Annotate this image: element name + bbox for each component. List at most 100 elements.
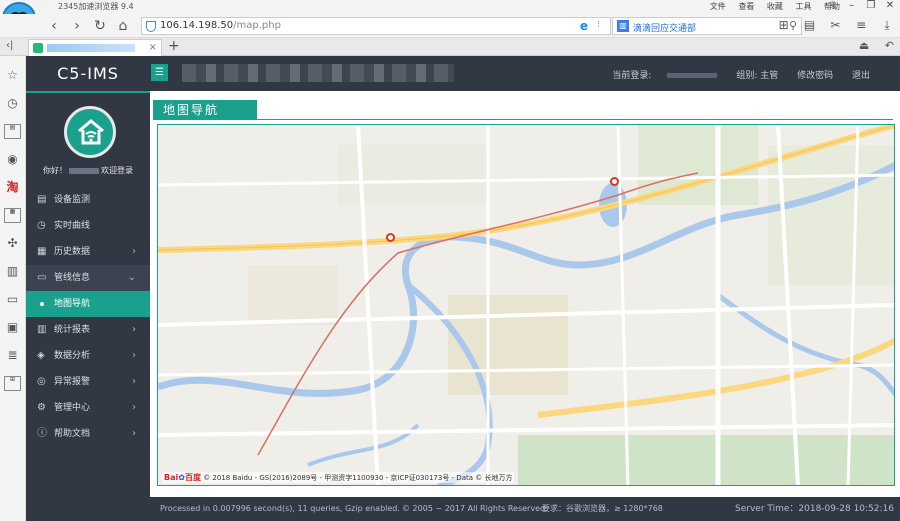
sidebar-item-statistics-report[interactable]: ▥ 统计报表 › — [26, 317, 150, 343]
cut-icon[interactable]: ✂ — [824, 18, 846, 32]
browser-title: 2345加速浏览器 9.4 — [58, 2, 134, 11]
tab-close-icon[interactable]: × — [149, 42, 157, 53]
address-bar[interactable]: 106.14.198.50/map.php e ⁝ — [141, 17, 611, 35]
game-controller-icon[interactable]: ✣ — [4, 236, 21, 251]
close-button[interactable]: ✕ — [882, 0, 898, 11]
minimize-button[interactable]: – — [844, 0, 860, 11]
gear-icon: ⚙ — [37, 402, 46, 413]
security-shield-icon — [146, 21, 156, 32]
notes-icon[interactable]: ≣ — [4, 348, 21, 363]
film-icon[interactable]: ▥ — [4, 264, 21, 279]
header-user-links: 当前登录: 组别: 主管 修改密码 退出 — [580, 56, 870, 91]
calendar-icon: ▦ — [37, 246, 47, 257]
clock-icon: ◷ — [37, 220, 46, 231]
wifi-home-icon — [78, 119, 104, 145]
calendar-icon[interactable]: ▦ — [4, 208, 21, 223]
lock-tab-icon[interactable]: ⏏ — [859, 39, 869, 52]
sidebar-item-help-docs[interactable]: ⓘ 帮助文档 › — [26, 421, 150, 447]
sidebar-item-data-analysis[interactable]: ◈ 数据分析 › — [26, 343, 150, 369]
bullet-icon — [40, 302, 44, 306]
collapse-sidebar-icon[interactable]: ‹| — [6, 40, 13, 51]
browser-navbar: ‹ › ↻ ⌂ 106.14.198.50/map.php e ⁝ ▥ 滴滴回应… — [0, 14, 900, 38]
weibo-icon[interactable]: ◉ — [4, 152, 21, 167]
main-content: 地图导航 Bai✿百度 © 2018 Baidu - GS(2016)2089号… — [150, 91, 900, 497]
baidu-map[interactable]: Bai✿百度 © 2018 Baidu - GS(2016)2089号 - 甲测… — [157, 124, 895, 486]
menu-tools[interactable]: 工具 — [795, 2, 811, 11]
sidebar-item-realtime-curve[interactable]: ◷ 实时曲线 — [26, 213, 150, 239]
map-canvas[interactable] — [158, 125, 895, 486]
new-tab-icon[interactable]: + — [168, 38, 180, 54]
app-sidebar: 你好！ 欢迎登录 ▤ 设备监测 ◷ 实时曲线 ▦ 历史数据 › ▭ 管线信息 ⌄ 地图导航 ▥… — [26, 91, 150, 521]
logout-link[interactable]: 退出 — [852, 71, 870, 81]
undo-close-icon[interactable]: ↶ — [885, 39, 894, 52]
address-url: 106.14.198.50/map.php — [160, 20, 281, 31]
monitor-icon: ▭ — [37, 272, 47, 283]
change-password-link[interactable]: 修改密码 — [797, 71, 833, 81]
avatar — [64, 106, 116, 158]
sidebar-subitem-map-navigation[interactable]: 地图导航 — [26, 291, 150, 317]
baidu-paw-icon: ✿ — [178, 473, 185, 482]
tab-active[interactable]: × — [28, 39, 162, 56]
user-name-redacted — [69, 167, 99, 174]
calculator-icon[interactable]: ▣ — [4, 320, 21, 335]
menu-icon[interactable]: ≡ — [850, 18, 872, 32]
report-icon: ▥ — [37, 324, 47, 335]
menu-file[interactable]: 文件 — [710, 2, 726, 11]
group-label: 组别: 主管 — [736, 71, 779, 81]
browser-menu-bar: 文件 查看 收藏 工具 帮助 — [700, 1, 840, 12]
sidebar-item-management[interactable]: ⚙ 管理中心 › — [26, 395, 150, 421]
chevron-right-icon: › — [132, 350, 136, 361]
sidebar-item-device-monitor[interactable]: ▤ 设备监测 — [26, 187, 150, 213]
menu-view[interactable]: 查看 — [738, 2, 754, 11]
browser-requirement: 要求：谷歌浏览器，≥ 1280*768 — [542, 504, 663, 513]
app-header: C5-IMS ☰ 当前登录: 组别: 主管 修改密码 退出 — [26, 56, 900, 91]
search-suggestion[interactable]: 滴滴回应交通部 — [633, 21, 696, 34]
ie-compat-icon[interactable]: e — [580, 19, 588, 33]
info-icon: ⓘ — [37, 428, 47, 439]
tv-icon[interactable]: ▭ — [4, 292, 21, 307]
home-icon[interactable]: ⌂ — [114, 17, 132, 35]
analysis-icon: ◈ — [37, 350, 45, 361]
page-title: 地图导航 — [153, 100, 893, 120]
menu-favorites[interactable]: 收藏 — [767, 2, 783, 11]
chevron-right-icon: › — [132, 402, 136, 413]
shortcut-icon[interactable]: ⊞ — [4, 376, 21, 391]
chevron-right-icon: › — [132, 324, 136, 335]
menu-toggle-button[interactable]: ☰ — [151, 64, 168, 81]
username-redacted — [667, 73, 718, 78]
restore-button[interactable]: ❐ — [863, 0, 879, 11]
dropdown-icon[interactable]: ⁝ — [597, 20, 600, 30]
page-footer: Processed in 0.007996 second(s), 11 quer… — [150, 497, 900, 521]
download-icon[interactable]: ⤓ — [876, 18, 898, 33]
welcome-text: 你好！ 欢迎登录 — [43, 166, 133, 175]
sidebar-menu: ▤ 设备监测 ◷ 实时曲线 ▦ 历史数据 › ▭ 管线信息 ⌄ 地图导航 ▥ 统计报表 › ◈ 数… — [26, 187, 150, 447]
sidebar-item-alarm[interactable]: ◎ 异常报警 › — [26, 369, 150, 395]
reader-icon[interactable]: ▤ — [799, 18, 821, 32]
browser-titlebar: 2345加速浏览器 9.4 文件 查看 收藏 工具 帮助 ♕ – ❐ ✕ — [0, 0, 900, 14]
sidebar-item-pipeline-info[interactable]: ▭ 管线信息 ⌄ — [26, 265, 150, 291]
metro-station-icon[interactable] — [610, 177, 619, 186]
skin-icon[interactable]: ♕ — [824, 0, 840, 11]
sidebar-item-history-data[interactable]: ▦ 历史数据 › — [26, 239, 150, 265]
tab-strip: ‹| × + ⏏ ↶ — [0, 38, 900, 56]
tab-tools: ⏏ ↶ — [847, 39, 894, 52]
app-brand: C5-IMS — [57, 64, 119, 83]
forward-icon[interactable]: › — [68, 17, 86, 35]
history-clock-icon[interactable]: ◷ — [4, 96, 21, 111]
apps-icon[interactable]: ⊞ — [773, 18, 795, 32]
back-icon[interactable]: ‹ — [45, 17, 63, 35]
chevron-right-icon: › — [132, 246, 136, 257]
taobao-icon[interactable]: 淘 — [4, 180, 21, 195]
search-engine-icon[interactable]: ▥ — [617, 20, 629, 32]
copyright-text: © 2005 ~ 2017 All Rights Reserved. — [402, 504, 548, 513]
chevron-right-icon: › — [132, 428, 136, 439]
server-time: Server Time：2018-09-28 10:52:16 — [735, 504, 894, 514]
sidebar-footer — [26, 497, 150, 521]
metro-station-icon[interactable] — [386, 233, 395, 242]
current-login-label: 当前登录: — [596, 71, 718, 81]
favorites-star-icon[interactable]: ☆ — [4, 68, 21, 83]
refresh-icon[interactable]: ↻ — [91, 17, 109, 35]
baidu-logo-cn: 百度 — [184, 473, 201, 482]
map-copyright-text: © 2018 Baidu - GS(2016)2089号 - 甲测资字11009… — [203, 474, 513, 482]
news-icon[interactable]: ▤ — [4, 124, 21, 139]
